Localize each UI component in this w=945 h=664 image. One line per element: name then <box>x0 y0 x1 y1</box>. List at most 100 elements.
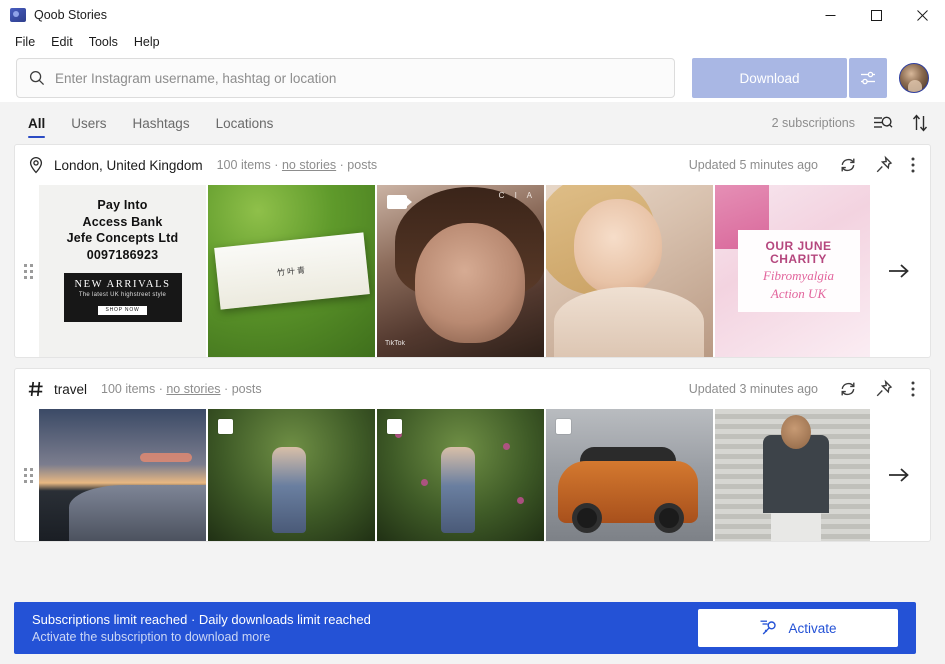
poster-text-card: OUR JUNE CHARITY Fibromyalgia Action UK <box>737 230 860 312</box>
tab-all[interactable]: All <box>28 102 46 144</box>
refresh-icon[interactable] <box>838 379 858 399</box>
search-input[interactable]: Enter Instagram username, hashtag or loc… <box>16 58 675 98</box>
card-stories-link[interactable]: no stories <box>282 158 336 172</box>
person-shape <box>441 447 475 533</box>
banner-texts: Subscriptions limit reached · Daily down… <box>32 612 371 644</box>
download-button[interactable]: Download <box>692 58 847 98</box>
multi-photo-badge-icon <box>556 419 571 434</box>
promo-banner-button: SHOP NOW <box>98 305 147 315</box>
close-button[interactable] <box>899 0 945 30</box>
thumbnail-charity-poster[interactable]: OUR JUNE CHARITY Fibromyalgia Action UK <box>715 185 870 357</box>
more-vertical-icon[interactable] <box>910 155 916 175</box>
next-thumbnails-button[interactable] <box>870 466 928 484</box>
card-meta-sep-2: · <box>224 382 229 396</box>
minimize-button[interactable] <box>807 0 853 30</box>
head-shape <box>781 415 811 449</box>
thumbnail-man-by-blinds[interactable] <box>715 409 870 541</box>
app-logo-icon <box>10 8 26 22</box>
key-activate-icon <box>760 620 777 635</box>
card-updated-text: Updated 5 minutes ago <box>688 158 818 172</box>
card-header-actions: Updated 5 minutes ago <box>689 155 916 175</box>
window-controls <box>807 0 945 30</box>
card-meta-sep-1: · <box>274 158 279 172</box>
arrow-right-icon <box>889 264 909 278</box>
filter-search-icon[interactable] <box>873 114 893 132</box>
tiktok-watermark: TikTok <box>385 340 405 347</box>
title-bar-left: Qoob Stories <box>0 8 807 22</box>
thumbnail-promo-bank-details[interactable]: Pay Into Access Bank Jefe Concepts Ltd 0… <box>39 185 206 357</box>
promo-banner: NEW ARRIVALS The latest UK highstreet st… <box>63 273 182 322</box>
activate-label: Activate <box>788 620 837 636</box>
menu-help[interactable]: Help <box>127 32 167 52</box>
sort-arrows-icon[interactable] <box>911 113 929 133</box>
promo-line-3: Jefe Concepts Ltd <box>66 231 179 245</box>
video-badge-icon <box>387 195 412 209</box>
title-bar: Qoob Stories <box>0 0 945 30</box>
next-thumbnails-button[interactable] <box>870 262 928 280</box>
activate-button[interactable]: Activate <box>698 609 898 647</box>
tab-hashtags[interactable]: Hashtags <box>133 102 190 144</box>
card-stories-link[interactable]: no stories <box>166 382 220 396</box>
sliders-settings-icon <box>861 71 875 85</box>
card-meta: 100 items · no stories · posts <box>217 158 378 172</box>
cloud-shape <box>140 453 192 462</box>
tab-users[interactable]: Users <box>71 102 106 144</box>
card-items-count: 100 items <box>101 382 156 396</box>
drag-handle-icon[interactable] <box>17 263 39 279</box>
promo-banner-head: NEW ARRIVALS <box>74 279 171 290</box>
dress-shape <box>554 287 704 357</box>
window-title: Qoob Stories <box>34 8 107 22</box>
thumbnail-product-box-on-grass[interactable]: 竹叶青 <box>208 185 375 357</box>
more-vertical-icon[interactable] <box>910 379 916 399</box>
menu-edit[interactable]: Edit <box>44 32 80 52</box>
thumbnail-portrait-blonde-woman[interactable] <box>546 185 713 357</box>
refresh-icon[interactable] <box>838 155 858 175</box>
avatar[interactable] <box>899 63 929 93</box>
menu-tools[interactable]: Tools <box>82 32 125 52</box>
thumbnail-orange-vintage-car[interactable] <box>546 409 713 541</box>
filter-tabs-row: All Users Hashtags Locations 2 subscript… <box>0 102 945 144</box>
face-shape <box>574 199 662 295</box>
thumbnail-corner-text: C I A <box>498 191 536 200</box>
pin-icon[interactable] <box>874 379 894 399</box>
card-items-count: 100 items <box>216 158 271 172</box>
hashtag-icon <box>28 381 43 397</box>
pin-icon[interactable] <box>874 155 894 175</box>
search-icon <box>29 70 45 86</box>
card-posts-label: posts <box>347 158 378 172</box>
arrow-right-icon <box>889 468 909 482</box>
card-updated-text: Updated 3 minutes ago <box>688 382 818 396</box>
water-shape <box>69 485 206 541</box>
face-shape <box>415 223 525 343</box>
thumbnails <box>39 409 870 541</box>
card-posts-label: posts <box>231 382 262 396</box>
charity-line-3: Fibromyalgia <box>762 268 834 284</box>
thumbnail-video-selfie-woman[interactable]: C I A TikTok <box>377 185 544 357</box>
download-settings-button[interactable] <box>849 58 887 98</box>
app-window: Qoob Stories File Edit Tools Help Enter … <box>0 0 945 664</box>
card-meta-sep-2: · <box>339 158 344 172</box>
charity-line-2: CHARITY <box>770 252 827 267</box>
tabs: All Users Hashtags Locations <box>16 102 273 144</box>
search-bar-row: Enter Instagram username, hashtag or loc… <box>0 54 945 102</box>
subscription-card-location: London, United Kingdom 100 items · no st… <box>14 144 931 358</box>
card-thumbnail-row: Pay Into Access Bank Jefe Concepts Ltd 0… <box>15 185 930 357</box>
search-placeholder: Enter Instagram username, hashtag or loc… <box>55 70 337 86</box>
product-box: 竹叶青 <box>213 232 370 310</box>
card-title-group: travel <box>27 380 87 398</box>
banner-title: Subscriptions limit reached · Daily down… <box>32 612 371 627</box>
tabs-right-controls: 2 subscriptions <box>772 113 929 133</box>
thumbnail-sunset-over-water[interactable] <box>39 409 206 541</box>
card-thumbnail-row <box>15 409 930 541</box>
charity-line-4: Action UK <box>770 285 827 301</box>
maximize-button[interactable] <box>853 0 899 30</box>
thumbnails: Pay Into Access Bank Jefe Concepts Ltd 0… <box>39 185 870 357</box>
card-header: London, United Kingdom 100 items · no st… <box>15 145 930 185</box>
thumbnail-woman-in-forest[interactable] <box>208 409 375 541</box>
promo-line-1: Pay Into <box>97 198 148 212</box>
menu-file[interactable]: File <box>8 32 42 52</box>
drag-handle-icon[interactable] <box>17 467 39 483</box>
thumbnail-woman-by-flowers[interactable] <box>377 409 544 541</box>
promo-line-2: Access Bank <box>82 214 163 229</box>
tab-locations[interactable]: Locations <box>216 102 274 144</box>
